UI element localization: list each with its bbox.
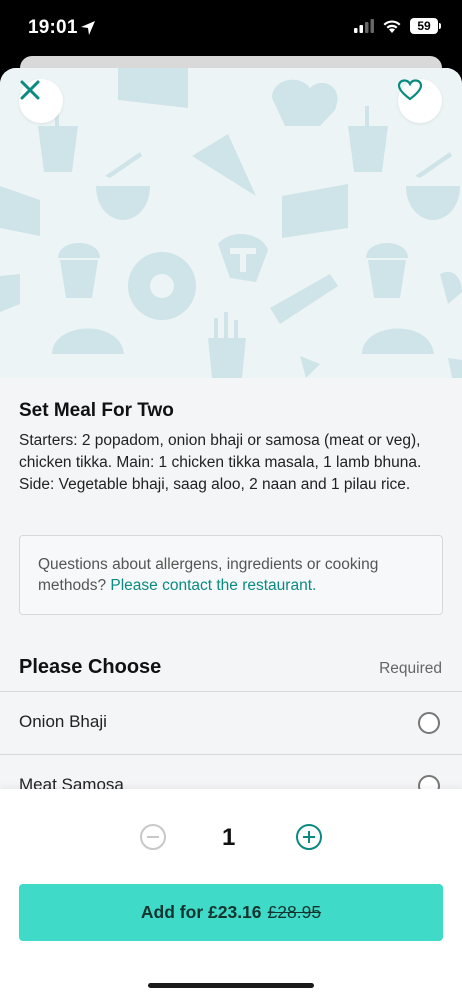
status-icons: 59 [354, 18, 441, 34]
home-indicator[interactable] [148, 983, 314, 988]
signal-icon [354, 19, 374, 33]
close-button[interactable] [19, 79, 63, 123]
original-price: £28.95 [267, 902, 322, 922]
item-title: Set Meal For Two [19, 400, 174, 421]
increase-quantity-button[interactable] [296, 824, 322, 850]
quantity-value: 1 [222, 824, 236, 851]
favourite-button[interactable] [398, 79, 442, 123]
heart-icon [398, 79, 422, 101]
option-label: Onion Bhaji [19, 712, 107, 731]
battery-icon: 59 [410, 18, 441, 34]
status-time: 19:01 [28, 17, 78, 38]
radio-button[interactable] [418, 712, 440, 734]
add-price-label: Add for £23.16 [140, 902, 262, 922]
status-bar: 19:01 59 [0, 0, 462, 58]
wifi-icon [383, 19, 401, 33]
required-label: Required [379, 660, 442, 677]
hero-food-pattern [0, 68, 462, 378]
contact-restaurant-link[interactable]: Please contact the restaurant. [110, 577, 316, 594]
add-to-order-button[interactable]: Add for £23.16 £28.95 [19, 884, 443, 941]
food-pattern-illustration [0, 68, 462, 378]
allergen-info-box: Questions about allergens, ingredients o… [19, 535, 443, 615]
item-description: Starters: 2 popadom, onion bhaji or samo… [19, 432, 422, 493]
order-bar: 1 Add for £23.16 £28.95 [0, 789, 462, 1000]
decrease-quantity-button[interactable] [140, 824, 166, 850]
option-onion-bhaji[interactable]: Onion Bhaji [0, 691, 462, 753]
battery-level: 59 [417, 19, 431, 33]
close-icon [20, 80, 40, 100]
choice-section-title: Please Choose [19, 656, 162, 678]
location-arrow-icon [81, 21, 95, 35]
